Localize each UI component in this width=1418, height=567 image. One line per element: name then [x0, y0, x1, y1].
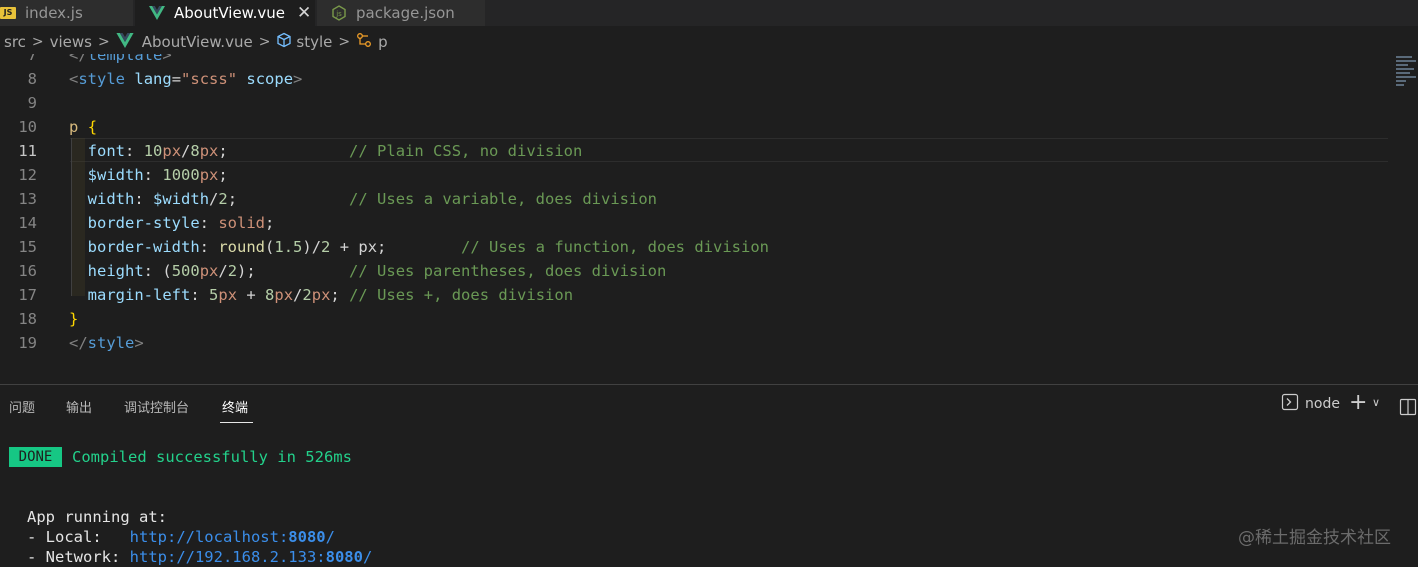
tab-label: index.js [25, 4, 83, 22]
tab-label: AboutView.vue [174, 4, 285, 22]
line-number: 13 [18, 190, 37, 208]
line-code: font: 10px/8px; // Plain CSS, no divisio… [87, 142, 583, 160]
editor-tab-bar: JS index.js AboutView.vue ✕ js package.j… [0, 0, 1418, 26]
terminal-selector[interactable]: node [1281, 393, 1340, 415]
line-number: 10 [18, 118, 37, 136]
line-code: margin-left: 5px + 8px/2px; // Uses +, d… [87, 286, 574, 304]
code-line[interactable]: 7 </template> [0, 54, 1390, 67]
split-terminal-icon[interactable] [1399, 398, 1417, 416]
line-code: </style> [69, 334, 144, 352]
app-running-label: App running at: [27, 508, 167, 526]
tab-label: package.json [356, 4, 455, 22]
code-line[interactable]: 10 p { [0, 115, 1390, 139]
line-code: width: $width/2; // Uses a variable, doe… [87, 190, 657, 208]
local-url[interactable]: http://localhost:8080/ [130, 528, 335, 546]
line-number: 17 [18, 286, 37, 304]
chevron-right-icon: > [98, 34, 110, 50]
local-url-port: 8080 [288, 528, 326, 546]
vue-file-icon [116, 32, 134, 52]
network-url-line: - Network: http://192.168.2.133:8080/ [27, 547, 372, 567]
breadcrumb-p-label: p [378, 33, 388, 51]
network-url[interactable]: http://192.168.2.133:8080/ [130, 548, 373, 566]
bottom-panel: 问题 输出 调试控制台 终端 node + ∨ DONE Compiled su… [0, 384, 1418, 566]
breadcrumb-item-file[interactable]: AboutView.vue [116, 32, 253, 52]
watermark: @稀土掘金技术社区 [1238, 528, 1391, 548]
vue-file-icon [149, 6, 165, 20]
code-line[interactable]: 11 font: 10px/8px; // Plain CSS, no divi… [0, 139, 1390, 163]
line-number: 19 [18, 334, 37, 352]
breadcrumb: src > views > AboutView.vue > style > p [0, 30, 388, 54]
line-code: $width: 1000px; [87, 166, 228, 184]
line-code: height: (500px/2); // Uses parentheses, … [87, 262, 667, 280]
line-code: p { [69, 118, 98, 136]
tab-index-js[interactable]: JS index.js [0, 0, 133, 26]
code-line[interactable]: 19 </style> [0, 331, 1390, 355]
code-line[interactable]: 18} [0, 307, 1390, 331]
line-number: 15 [18, 238, 37, 256]
network-url-suffix: / [362, 548, 373, 566]
breadcrumb-item-p[interactable]: p [356, 32, 388, 52]
line-number: 14 [18, 214, 37, 232]
symbol-class-icon [356, 32, 372, 52]
chevron-down-icon[interactable]: ∨ [1372, 396, 1380, 409]
line-code: } [69, 310, 79, 328]
svg-text:js: js [335, 10, 342, 18]
local-url-line: - Local: http://localhost:8080/ [27, 527, 335, 547]
network-url-host: http://192.168.2.133: [129, 548, 326, 566]
code-line[interactable]: 16 height: (500px/2); // Uses parenthese… [0, 259, 1390, 283]
chevron-right-icon: > [338, 34, 351, 50]
line-code: <style lang="scss" scope> [69, 70, 303, 88]
line-number: 7 [27, 54, 37, 64]
local-url-suffix: / [325, 528, 335, 546]
line-number: 9 [27, 94, 37, 112]
code-line[interactable]: 15 border-width: round(1.5)/2 + px; // U… [0, 235, 1390, 259]
chevron-right-icon: > [31, 34, 44, 50]
line-code: </template> [69, 54, 172, 64]
tab-problems[interactable]: 问题 [9, 397, 35, 416]
local-label: - Local: [27, 528, 130, 546]
code-line[interactable]: 9 [0, 91, 1390, 115]
tab-terminal[interactable]: 终端 [222, 397, 248, 416]
breadcrumb-item-src[interactable]: src [4, 33, 26, 51]
line-number: 16 [18, 262, 37, 280]
breadcrumb-item-style[interactable]: style [276, 32, 332, 52]
tab-package-json[interactable]: js package.json [317, 0, 485, 26]
network-label: - Network: [27, 548, 130, 566]
active-tab-indicator [220, 422, 253, 423]
close-icon[interactable]: ✕ [297, 3, 311, 23]
line-code: border-width: round(1.5)/2 + px; // Uses… [87, 238, 769, 256]
breadcrumb-style-label: style [296, 33, 333, 51]
compiled-message: Compiled successfully in 526ms [72, 448, 352, 466]
chevron-right-icon: > [258, 34, 271, 50]
code-line[interactable]: 13 width: $width/2; // Uses a variable, … [0, 187, 1390, 211]
line-number: 11 [18, 142, 37, 160]
add-terminal-button[interactable]: + [1349, 390, 1367, 415]
tab-debug-console[interactable]: 调试控制台 [124, 397, 189, 416]
tab-aboutview-vue[interactable]: AboutView.vue ✕ [135, 0, 315, 26]
js-file-icon: JS [0, 7, 16, 19]
code-editor[interactable]: 7 </template> 8 <style lang="scss" scope> 9 1… [0, 54, 1390, 384]
minimap[interactable] [1396, 56, 1416, 90]
terminal-icon [1281, 393, 1299, 415]
line-number: 8 [27, 70, 37, 88]
tab-output[interactable]: 输出 [66, 397, 92, 416]
code-line[interactable]: 12 $width: 1000px; [0, 163, 1390, 187]
cube-icon [276, 32, 292, 52]
node-file-icon: js [331, 5, 347, 21]
local-url-host: http://localhost: [129, 528, 289, 546]
code-line[interactable]: 17 margin-left: 5px + 8px/2px; // Uses +… [0, 283, 1390, 307]
code-line[interactable]: 14 border-style: solid; [0, 211, 1390, 235]
line-code: border-style: solid; [87, 214, 275, 232]
network-url-port: 8080 [325, 548, 363, 566]
done-badge: DONE [9, 447, 62, 467]
code-line[interactable]: 8 <style lang="scss" scope> [0, 67, 1390, 91]
breadcrumb-item-views[interactable]: views [50, 33, 92, 51]
breadcrumb-file-label: AboutView.vue [141, 33, 253, 51]
line-number: 12 [18, 166, 37, 184]
line-number: 18 [18, 310, 37, 328]
terminal-name: node [1305, 396, 1340, 412]
